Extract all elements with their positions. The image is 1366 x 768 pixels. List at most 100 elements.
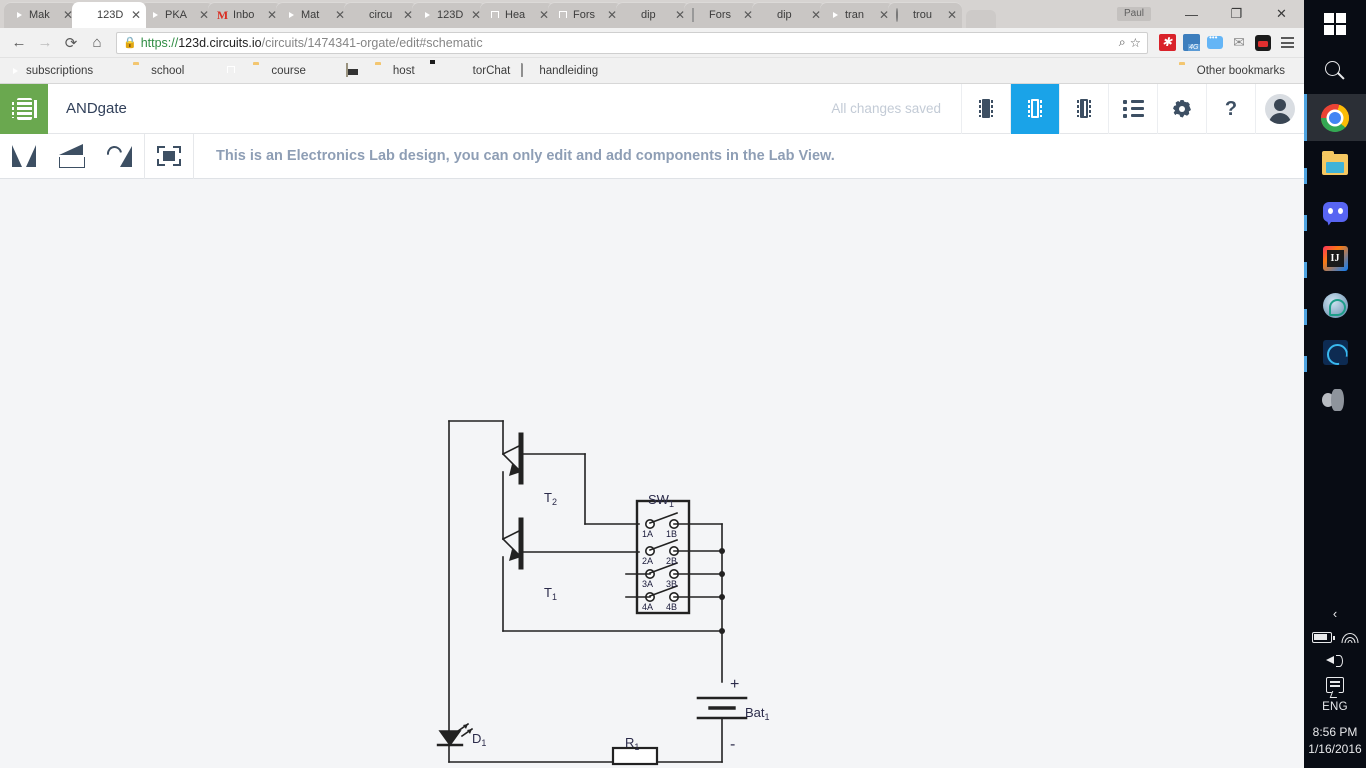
brain-app-icon (1322, 293, 1348, 318)
bookmark-github[interactable] (426, 64, 444, 78)
youtube-favicon (148, 9, 161, 22)
bookmark-subscriptions[interactable]: subscriptions (8, 64, 93, 78)
browser-tab[interactable]: Hea ✕ (480, 2, 554, 28)
bookmark-torchat[interactable]: torChat (455, 64, 511, 78)
app-header-icons: ? (961, 83, 1304, 134)
wifi-icon[interactable] (1341, 631, 1358, 643)
tab-title: 123D (437, 8, 464, 21)
calendar-extension-icon[interactable] (1180, 32, 1202, 54)
profile-name-button[interactable]: Paul (1116, 7, 1151, 21)
tab-close-icon[interactable]: ✕ (130, 9, 142, 21)
schematic-view-icon[interactable] (1010, 83, 1059, 134)
browser-tab[interactable]: M Inbo ✕ (208, 2, 282, 28)
bookmark-google-drive[interactable] (195, 64, 213, 78)
tab-close-icon[interactable]: ✕ (946, 9, 958, 21)
taskbar-chrome[interactable] (1304, 94, 1366, 141)
adblock-extension-icon[interactable]: ✱ (1156, 32, 1178, 54)
taskbar-app-brain[interactable] (1304, 282, 1366, 329)
taskbar-intellij[interactable] (1304, 235, 1366, 282)
browser-tab[interactable]: Fors ✕ (684, 2, 758, 28)
home-button[interactable]: ⌂ (84, 30, 110, 56)
chevron-up-icon[interactable]: ‹ (1333, 606, 1337, 621)
bookmark-host[interactable]: host (375, 64, 415, 78)
fit-to-screen-button[interactable] (145, 134, 193, 179)
browser-tab[interactable]: tran ✕ (820, 2, 894, 28)
label-bat-positive: + (730, 676, 739, 693)
shield-icon (104, 64, 118, 78)
bookmark-shield[interactable] (104, 64, 122, 78)
bookmark-school[interactable]: school (133, 64, 184, 78)
circuits-favicon (80, 9, 93, 22)
back-button[interactable]: ← (6, 30, 32, 56)
chat-extension-icon[interactable] (1204, 32, 1226, 54)
tab-title: dip (777, 8, 792, 21)
browser-tab[interactable]: circu ✕ (344, 2, 418, 28)
browser-toolbar: ← → ⟳ ⌂ 🔒 https://123d.circuits.io/circu… (0, 28, 1304, 58)
forward-button[interactable]: → (32, 30, 58, 56)
address-bar[interactable]: 🔒 https://123d.circuits.io/circuits/1474… (116, 31, 1148, 54)
youtube-icon (8, 64, 22, 78)
flip-vertical-button[interactable] (0, 134, 48, 179)
browser-tab[interactable]: PKA ✕ (140, 2, 214, 28)
taskbar-speaker-app[interactable] (1304, 376, 1366, 423)
settings-gear-icon[interactable] (1157, 83, 1206, 134)
rotate-button[interactable] (96, 134, 144, 179)
discord-icon (1322, 201, 1348, 222)
browser-tab[interactable]: Fors ✕ (548, 2, 622, 28)
doc-favicon (692, 7, 705, 22)
search-button[interactable] (1304, 47, 1366, 94)
save-status: All changes saved (831, 101, 941, 116)
chrome-menu-button[interactable] (1276, 32, 1298, 54)
reload-button[interactable]: ⟳ (58, 30, 84, 56)
bookmark-star-icon[interactable]: ☆ (1130, 35, 1141, 50)
language-indicator[interactable]: ENG (1304, 698, 1366, 716)
pcb-view-icon[interactable] (1059, 83, 1108, 134)
schematic-canvas[interactable]: T2 T1 SW1 Bat1 R1 D1 + - 1A 1B 2A 2B 3A … (0, 179, 1304, 768)
app-icon (345, 62, 360, 78)
bookmark-app[interactable] (345, 62, 364, 78)
close-window-button[interactable]: ✕ (1259, 0, 1304, 28)
page-title[interactable]: ANDgate (66, 100, 127, 117)
browser-tab-active[interactable]: 123D ✕ (72, 2, 146, 28)
chip-logo-icon[interactable] (0, 83, 48, 134)
bookmark-handleiding[interactable]: handleiding (521, 62, 598, 78)
help-icon[interactable]: ? (1206, 83, 1255, 134)
label-bat1: Bat1 (745, 705, 770, 722)
browser-tab[interactable]: 123D ✕ (412, 2, 486, 28)
volume-icon[interactable] (1326, 653, 1344, 667)
mail-extension-icon[interactable]: ✉ (1228, 32, 1250, 54)
maximize-button[interactable]: ❐ (1214, 0, 1259, 28)
label-r1: R1 (625, 735, 639, 752)
tray-volume-row (1304, 648, 1366, 672)
browser-tab[interactable]: Mak ✕ (4, 2, 78, 28)
user-avatar[interactable] (1255, 83, 1304, 134)
taskbar-file-explorer[interactable] (1304, 141, 1366, 188)
components-list-icon[interactable] (1108, 83, 1157, 134)
notifications-icon[interactable] (1326, 677, 1344, 693)
browser-tab[interactable]: dip ✕ (616, 2, 690, 28)
google-drive-icon (195, 64, 209, 78)
browser-tab[interactable]: dip ✕ (752, 2, 826, 28)
breadboard-view-icon[interactable] (961, 83, 1010, 134)
lab-design-notice: This is an Electronics Lab design, you c… (216, 148, 835, 164)
schematic-drawing: T2 T1 SW1 Bat1 R1 D1 + - 1A 1B 2A 2B 3A … (436, 420, 770, 766)
minimize-button[interactable]: — (1169, 0, 1214, 28)
browser-tab[interactable]: trou ✕ (888, 2, 962, 28)
bookmark-course[interactable]: course (253, 64, 306, 78)
bookmark-twitch[interactable] (224, 64, 242, 78)
taskbar-app-blue[interactable] (1304, 329, 1366, 376)
page-search-icon[interactable]: ⌕ (1119, 35, 1126, 50)
tab-title: circu (369, 8, 393, 21)
taskbar-discord[interactable] (1304, 188, 1366, 235)
clock[interactable]: 8:56 PM 1/16/2016 (1304, 716, 1366, 768)
battery-charging-icon[interactable] (1312, 631, 1335, 643)
new-tab-button[interactable] (966, 10, 996, 28)
other-bookmarks-button[interactable]: Other bookmarks (1179, 64, 1285, 78)
tray-expand-row[interactable]: ‹ (1304, 601, 1366, 626)
youtube-extension-icon[interactable] (1252, 32, 1274, 54)
browser-tab[interactable]: Mat ✕ (276, 2, 350, 28)
bookmark-intellij[interactable] (317, 64, 335, 78)
flip-horizontal-button[interactable] (48, 134, 96, 179)
start-button[interactable] (1304, 0, 1366, 47)
folder-icon (375, 64, 389, 78)
